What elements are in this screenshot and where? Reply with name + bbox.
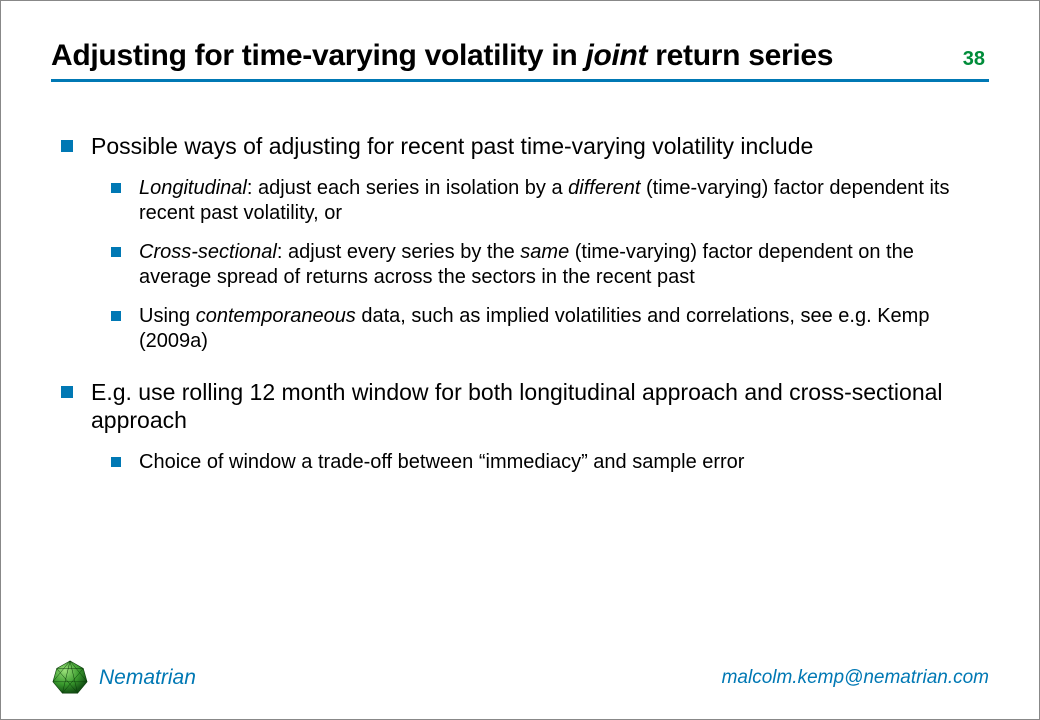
bullet-text-em: Cross-sectional — [139, 241, 277, 263]
bullet-item: Using contemporaneous data, such as impl… — [111, 304, 979, 354]
brand-logo-icon — [51, 659, 89, 697]
brand: Nematrian — [51, 659, 196, 697]
page-number: 38 — [963, 48, 989, 71]
bullet-text: Choice of window a trade-off between “im… — [139, 451, 744, 473]
bullet-item: Cross-sectional: adjust every series by … — [111, 240, 979, 290]
bullet-list-level1: Possible ways of adjusting for recent pa… — [61, 132, 979, 475]
slide-content: Possible ways of adjusting for recent pa… — [51, 132, 989, 679]
bullet-text: Using — [139, 305, 196, 327]
footer-email: malcolm.kemp@nematrian.com — [722, 667, 989, 689]
bullet-text: E.g. use rolling 12 month window for bot… — [91, 379, 943, 433]
title-text-pre: Adjusting for time-varying volatility in — [51, 39, 585, 72]
slide-footer: Nematrian malcolm.kemp@nematrian.com — [51, 659, 989, 697]
bullet-text: Possible ways of adjusting for recent pa… — [91, 133, 813, 159]
slide: Adjusting for time-varying volatility in… — [1, 1, 1039, 719]
title-text-em: joint — [585, 39, 647, 72]
slide-title: Adjusting for time-varying volatility in… — [51, 39, 833, 73]
title-text-post: return series — [647, 39, 833, 72]
bullet-text: : adjust every series by the — [277, 241, 520, 263]
bullet-item: Choice of window a trade-off between “im… — [111, 450, 979, 475]
bullet-text-em: Longitudinal — [139, 177, 247, 199]
bullet-text: : adjust each series in isolation by a — [247, 177, 568, 199]
bullet-text-em: different — [568, 177, 640, 199]
bullet-text-em: same — [520, 241, 569, 263]
bullet-list-level2: Choice of window a trade-off between “im… — [91, 450, 979, 475]
slide-header: Adjusting for time-varying volatility in… — [51, 39, 989, 82]
bullet-item: E.g. use rolling 12 month window for bot… — [61, 378, 979, 475]
bullet-item: Longitudinal: adjust each series in isol… — [111, 176, 979, 226]
brand-name: Nematrian — [99, 666, 196, 690]
bullet-item: Possible ways of adjusting for recent pa… — [61, 132, 979, 354]
bullet-text-em: contemporaneous — [196, 305, 356, 327]
bullet-list-level2: Longitudinal: adjust each series in isol… — [91, 176, 979, 354]
